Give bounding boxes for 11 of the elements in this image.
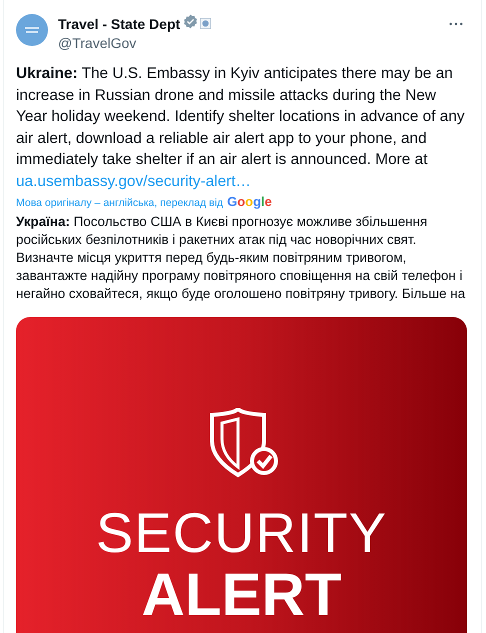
translated-text: Україна: Посольство США в Києві прогнозує можливе збільшення російських безпілотників і ракетних атак під час новорічних свят. Визначте місця укриття перед будь-яким повітряним тривогом, завантажте надійну програму повітряного сповіщення на свій телефон і негайно сховайтеся, якщо буде оголошено повітряну тривогу. Більше на — [16, 213, 466, 303]
image-subtitle: ALERT — [142, 563, 342, 627]
image-title: SECURITY — [96, 503, 388, 563]
author-handle[interactable]: @TravelGov — [58, 35, 439, 51]
google-logo: Google — [227, 194, 272, 209]
avatar[interactable] — [16, 14, 48, 46]
seal-icon — [200, 18, 212, 29]
post-text: Ukraine: The U.S. Embassy in Kyiv anticipates there may be an increase in Russian drone and missile attacks during the New Year holiday weekend. Identify shelter locations in advance of any air alert, download a reliable air alert app to your phone, and immediately take shelter if an air alert is announced. More at ua.usembassy.gov/security-alert… — [16, 64, 466, 192]
author-name[interactable]: Travel - State Dept — [58, 16, 180, 32]
more-icon[interactable] — [449, 22, 463, 26]
alert-image[interactable]: SECURITY ALERT — [16, 317, 467, 633]
